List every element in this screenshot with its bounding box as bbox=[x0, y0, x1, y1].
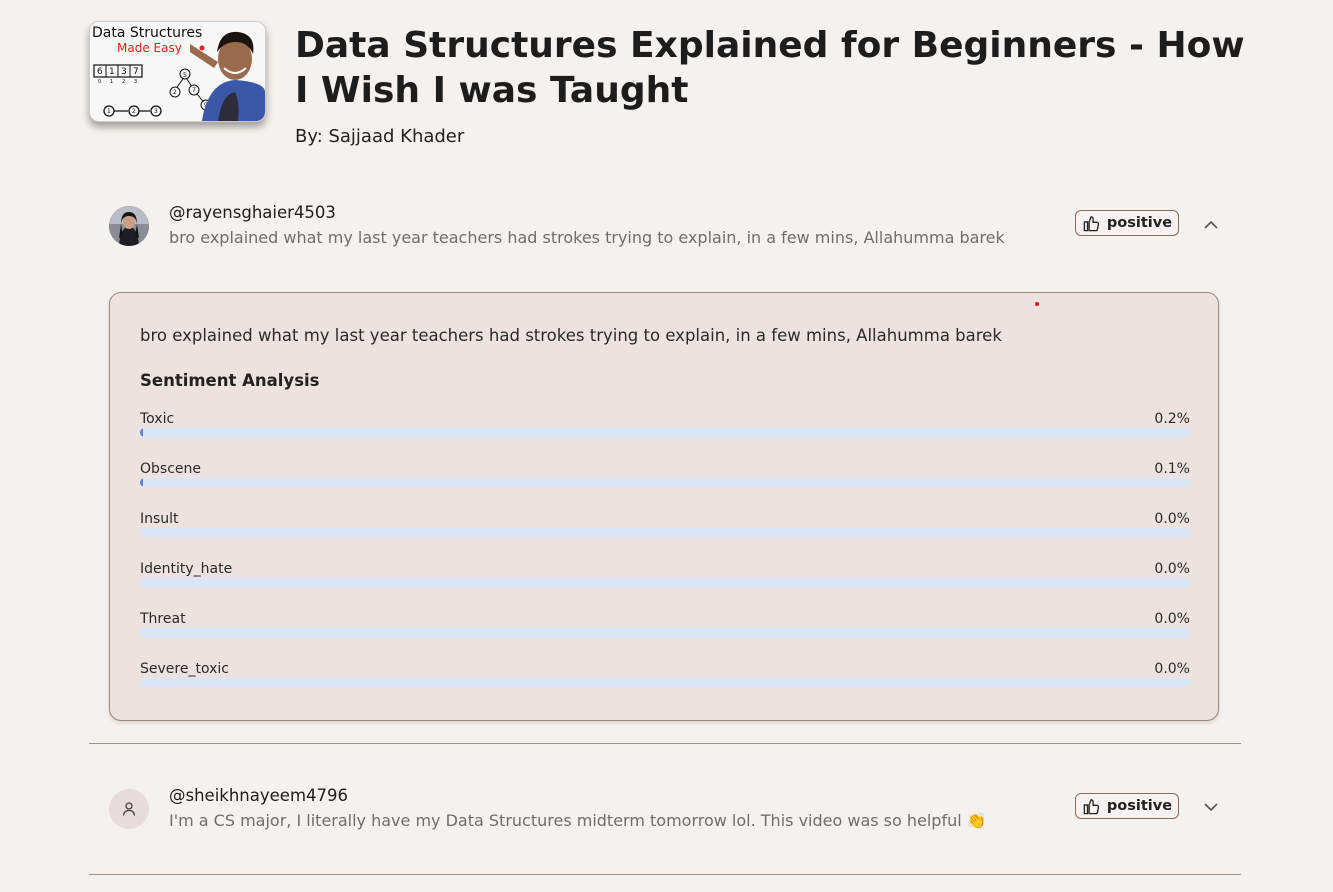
thumb-line1: Data Structures bbox=[92, 25, 202, 41]
avatar bbox=[109, 789, 149, 829]
comment-item[interactable]: @rayensghaier4503 bro explained what my … bbox=[109, 203, 1221, 256]
metric-bar bbox=[140, 478, 1190, 487]
metric-label: Threat bbox=[140, 611, 186, 627]
thumb-array-cell: 1 bbox=[109, 67, 115, 77]
divider bbox=[89, 743, 1241, 744]
thumb-list-node: 2 bbox=[132, 108, 136, 115]
thumb-array-index: 3 bbox=[134, 79, 137, 85]
metric-label: Obscene bbox=[140, 461, 201, 477]
sentiment-badge[interactable]: positive bbox=[1075, 210, 1179, 236]
metric-label: Severe_toxic bbox=[140, 661, 229, 677]
thumb-list-node: 3 bbox=[154, 108, 158, 115]
metric-row: Toxic 0.2% bbox=[140, 411, 1190, 451]
video-thumbnail[interactable]: Data Structures Made Easy 6 1 3 7 0 1 2 bbox=[89, 21, 266, 122]
thumb-list-node: 1 bbox=[107, 108, 111, 115]
comment-username[interactable]: @rayensghaier4503 bbox=[169, 203, 336, 222]
divider bbox=[89, 874, 1241, 875]
metric-label: Identity_hate bbox=[140, 561, 233, 577]
video-author: By: Sajjaad Khader bbox=[295, 126, 465, 147]
thumb-line2: Made Easy bbox=[117, 41, 182, 55]
detail-comment-text: bro explained what my last year teachers… bbox=[140, 326, 1002, 345]
sentiment-label: positive bbox=[1106, 215, 1173, 231]
thumbs-up-icon bbox=[1083, 798, 1100, 814]
metric-value: 0.2% bbox=[1154, 411, 1190, 427]
thumb-tree-node: 2 bbox=[173, 89, 177, 96]
metric-bar bbox=[140, 428, 1190, 437]
thumb-array-index: 2 bbox=[122, 79, 125, 85]
comment-detail-panel: bro explained what my last year teachers… bbox=[109, 292, 1219, 721]
metric-value: 0.0% bbox=[1154, 611, 1190, 627]
metric-row: Insult 0.0% bbox=[140, 511, 1190, 551]
metric-bar-fill bbox=[140, 428, 143, 437]
chevron-up-icon[interactable] bbox=[1201, 214, 1221, 234]
video-title: Data Structures Explained for Beginners … bbox=[295, 25, 1245, 111]
thumb-array-cell: 6 bbox=[97, 67, 103, 77]
indicator-dot bbox=[1035, 302, 1039, 306]
comment-text: bro explained what my last year teachers… bbox=[169, 228, 1005, 247]
metric-row: Threat 0.0% bbox=[140, 611, 1190, 651]
metric-bar bbox=[140, 678, 1190, 687]
comment-item[interactable]: @sheikhnayeem4796 I'm a CS major, I lite… bbox=[109, 786, 1221, 839]
metric-row: Identity_hate 0.0% bbox=[140, 561, 1190, 601]
thumb-tree-node: 5 bbox=[183, 72, 187, 79]
comment-text: I'm a CS major, I literally have my Data… bbox=[169, 811, 987, 830]
metric-value: 0.1% bbox=[1154, 461, 1190, 477]
thumb-tree-node: 7 bbox=[192, 87, 196, 94]
metric-value: 0.0% bbox=[1154, 661, 1190, 677]
metric-bar bbox=[140, 578, 1190, 587]
metric-value: 0.0% bbox=[1154, 561, 1190, 577]
user-icon bbox=[122, 802, 136, 816]
thumb-array-cell: 3 bbox=[121, 67, 127, 77]
thumbnail-image: Data Structures Made Easy 6 1 3 7 0 1 2 bbox=[90, 22, 265, 121]
page: Data Structures Made Easy 6 1 3 7 0 1 2 bbox=[0, 0, 1333, 892]
sentiment-badge[interactable]: positive bbox=[1075, 793, 1179, 819]
metric-row: Severe_toxic 0.0% bbox=[140, 661, 1190, 701]
avatar bbox=[109, 206, 149, 246]
sentiment-analysis-heading: Sentiment Analysis bbox=[140, 371, 320, 390]
chevron-down-icon[interactable] bbox=[1201, 797, 1221, 817]
thumb-array-cell: 7 bbox=[133, 67, 139, 77]
metric-label: Insult bbox=[140, 511, 179, 527]
metric-bar bbox=[140, 628, 1190, 637]
video-header: Data Structures Made Easy 6 1 3 7 0 1 2 bbox=[89, 21, 1249, 161]
metric-value: 0.0% bbox=[1154, 511, 1190, 527]
metric-row: Obscene 0.1% bbox=[140, 461, 1190, 501]
metric-bar-fill bbox=[140, 478, 143, 487]
metric-label: Toxic bbox=[140, 411, 175, 427]
thumbs-up-icon bbox=[1083, 215, 1100, 231]
metric-bar bbox=[140, 528, 1190, 537]
avatar-photo-icon bbox=[109, 206, 149, 246]
sentiment-label: positive bbox=[1106, 798, 1173, 814]
thumb-array-index: 0 bbox=[98, 79, 101, 85]
comment-username[interactable]: @sheikhnayeem4796 bbox=[169, 786, 348, 805]
thumb-array-index: 1 bbox=[110, 79, 113, 85]
